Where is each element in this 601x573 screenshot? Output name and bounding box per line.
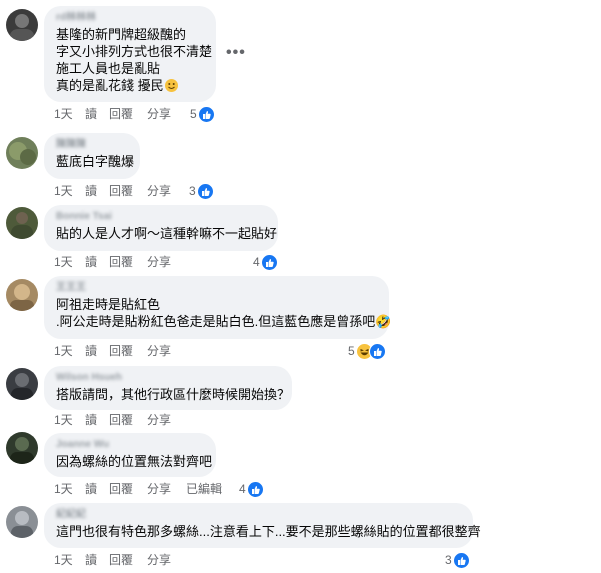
reaction-count: 3	[445, 553, 452, 567]
comment-bubble: Joanne Wu 因為螺絲的位置無法對齊吧	[44, 433, 216, 477]
edited-label[interactable]: 已編輯	[186, 481, 222, 497]
comment-bubble: 王王王 阿祖走時是貼紅色 .阿公走時是貼粉紅色爸走是貼白色.但這藍色應是曾孫吧🤣	[44, 276, 392, 339]
comment-bubble: rd林林林 基隆的新門牌超級醜的 字又小排列方式也很不清楚 施工人員也是亂貼 真…	[44, 6, 216, 102]
comment-author[interactable]: 王王王	[56, 282, 377, 294]
reaction-count: 3	[189, 184, 196, 198]
reaction-count: 5	[190, 107, 197, 121]
comment-bubble: 陳陳陳 藍底白字醜爆	[44, 133, 140, 179]
comment-author[interactable]: 紀紀紀	[56, 509, 461, 521]
like-icon	[196, 183, 214, 200]
comment-time[interactable]: 1天	[54, 481, 73, 497]
comment-text-line: .阿公走時是貼粉紅色爸走是貼白色.但這藍色應是曾孫吧🤣	[56, 314, 392, 329]
share-button[interactable]: 分享	[147, 412, 171, 428]
comment-actions: 1天 讀 回覆 分享	[54, 106, 194, 122]
comment-bubble: Wilson Hsueh 搭版請問，其他行政區什麼時候開始換？	[44, 366, 292, 410]
share-button[interactable]: 分享	[147, 106, 171, 122]
share-button[interactable]: 分享	[147, 481, 171, 497]
more-options-icon[interactable]: •••	[226, 44, 246, 62]
comment-actions: 1天 讀 回覆 分享	[54, 552, 194, 568]
comment-text-line: 阿祖走時是貼紅色	[56, 297, 161, 312]
comment-author[interactable]: Joanne Wu	[56, 439, 204, 451]
comment-time[interactable]: 1天	[54, 106, 73, 122]
avatar[interactable]	[6, 9, 38, 41]
reaction-count: 5	[348, 344, 355, 358]
share-button[interactable]: 分享	[147, 183, 171, 199]
comment-author[interactable]: 陳陳陳	[56, 139, 128, 151]
like-icon	[197, 106, 215, 123]
comment-text-line: 因為螺絲的位置無法對齊吧	[56, 454, 213, 469]
read-button[interactable]: 讀	[85, 343, 97, 359]
like-icon	[452, 552, 470, 569]
smile-emoji-icon	[164, 79, 178, 92]
read-button[interactable]: 讀	[85, 412, 97, 428]
comment-time[interactable]: 1天	[54, 254, 73, 270]
read-button[interactable]: 讀	[85, 254, 97, 270]
avatar[interactable]	[6, 279, 38, 311]
reply-button[interactable]: 回覆	[109, 343, 133, 359]
comment-actions: 1天 讀 回覆 分享 已編輯	[54, 481, 244, 497]
comment-text-line: 施工人員也是亂貼	[56, 61, 161, 76]
comment-time[interactable]: 1天	[54, 183, 73, 199]
comment-text-line: 真的是亂花錢 擾民	[56, 77, 204, 94]
reaction-count: 4	[253, 255, 260, 269]
reaction-summary[interactable]: 4	[239, 481, 264, 498]
comment-text-line-content: 真的是亂花錢 擾民	[56, 78, 164, 93]
comment-actions: 1天 讀 回覆 分享	[54, 254, 194, 270]
read-button[interactable]: 讀	[85, 552, 97, 568]
like-icon	[260, 254, 278, 271]
share-button[interactable]: 分享	[147, 254, 171, 270]
avatar[interactable]	[6, 432, 38, 464]
comment-text-line: 貼的人是人才啊～這種幹嘛不一起貼好	[56, 226, 278, 241]
reply-button[interactable]: 回覆	[109, 412, 133, 428]
reaction-summary[interactable]: 5	[348, 343, 386, 360]
comment-bubble: 紀紀紀 這門也很有特色那多螺絲...注意看上下...要不是那些螺絲貼的位置都很整…	[44, 503, 481, 548]
reply-button[interactable]: 回覆	[109, 106, 133, 122]
reply-button[interactable]: 回覆	[109, 481, 133, 497]
read-button[interactable]: 讀	[85, 106, 97, 122]
like-icon	[368, 343, 386, 360]
comment-author[interactable]: Bonnie Tsai	[56, 211, 266, 223]
comment-text-line: 藍底白字醜爆	[56, 154, 135, 169]
read-button[interactable]: 讀	[85, 481, 97, 497]
reply-button[interactable]: 回覆	[109, 552, 133, 568]
comment-bubble: Bonnie Tsai 貼的人是人才啊～這種幹嘛不一起貼好	[44, 205, 278, 251]
share-button[interactable]: 分享	[147, 343, 171, 359]
reaction-summary[interactable]: 3	[189, 183, 214, 200]
reaction-summary[interactable]: 4	[253, 254, 278, 271]
reply-button[interactable]: 回覆	[109, 254, 133, 270]
comment-actions: 1天 讀 回覆 分享	[54, 343, 194, 359]
reaction-count: 4	[239, 482, 246, 496]
avatar[interactable]	[6, 506, 38, 538]
comment-author[interactable]: rd林林林	[56, 12, 204, 24]
like-icon	[246, 481, 264, 498]
comment-time[interactable]: 1天	[54, 552, 73, 568]
reaction-summary[interactable]: 5	[190, 106, 215, 123]
avatar[interactable]	[6, 207, 38, 239]
comment-author[interactable]: Wilson Hsueh	[56, 372, 280, 384]
read-button[interactable]: 讀	[85, 183, 97, 199]
comment-actions: 1天 讀 回覆 分享	[54, 183, 194, 199]
reply-button[interactable]: 回覆	[109, 183, 133, 199]
avatar[interactable]	[6, 137, 38, 169]
share-button[interactable]: 分享	[147, 552, 171, 568]
comment-time[interactable]: 1天	[54, 412, 73, 428]
comment-text-line: 字又小排列方式也很不清楚	[56, 44, 213, 59]
comment-time[interactable]: 1天	[54, 343, 73, 359]
avatar[interactable]	[6, 368, 38, 400]
comment-actions: 1天 讀 回覆 分享	[54, 412, 194, 428]
reaction-summary[interactable]: 3	[445, 552, 470, 569]
comment-text-line: 搭版請問，其他行政區什麼時候開始換？	[56, 387, 291, 402]
comment-text-line: 基隆的新門牌超級醜的	[56, 27, 187, 42]
comment-text-line: 這門也很有特色那多螺絲...注意看上下...要不是那些螺絲貼的位置都很整齊	[56, 524, 481, 539]
